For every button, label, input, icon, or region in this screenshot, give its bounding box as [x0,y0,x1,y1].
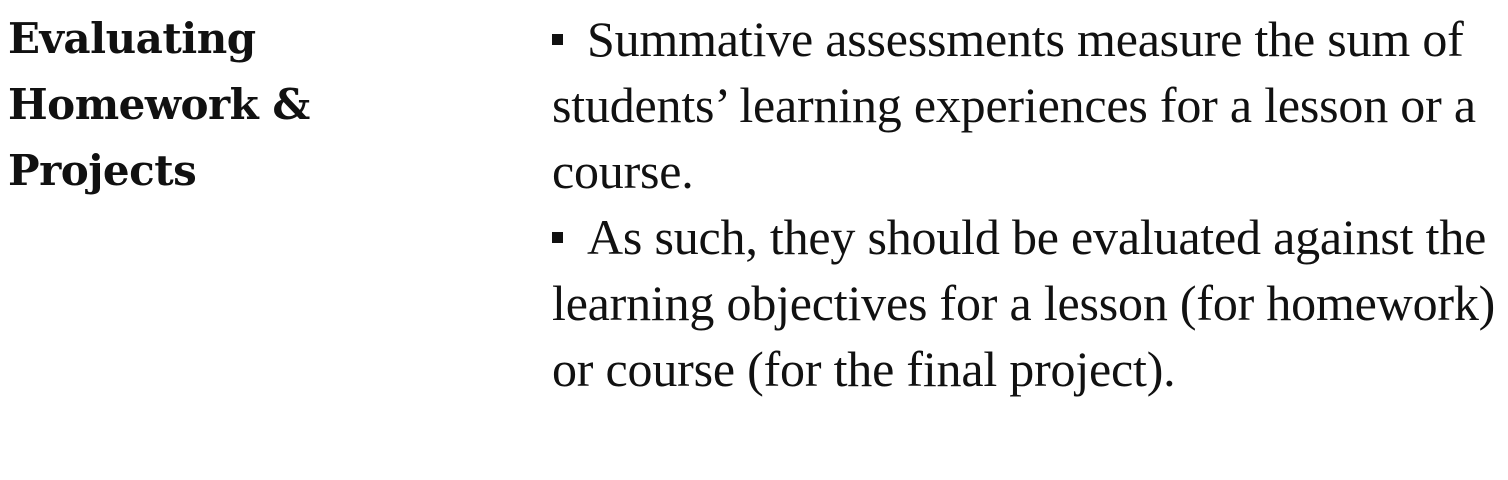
square-bullet-icon [552,34,563,46]
bullet-item: As such, they should be evaluated agains… [552,204,1502,402]
square-bullet-icon [552,232,563,244]
heading-line-2: Homework & [8,80,310,129]
bullet-list: Summative assessments measure the sum of… [552,6,1502,402]
heading-line-1: Evaluating [8,14,256,63]
slide-heading: Evaluating Homework & Projects [8,6,528,204]
bullet-text: As such, they should be evaluated agains… [552,209,1496,397]
bullet-item: Summative assessments measure the sum of… [552,6,1502,204]
bullet-text: Summative assessments measure the sum of… [552,11,1476,199]
heading-line-3: Projects [8,146,197,195]
